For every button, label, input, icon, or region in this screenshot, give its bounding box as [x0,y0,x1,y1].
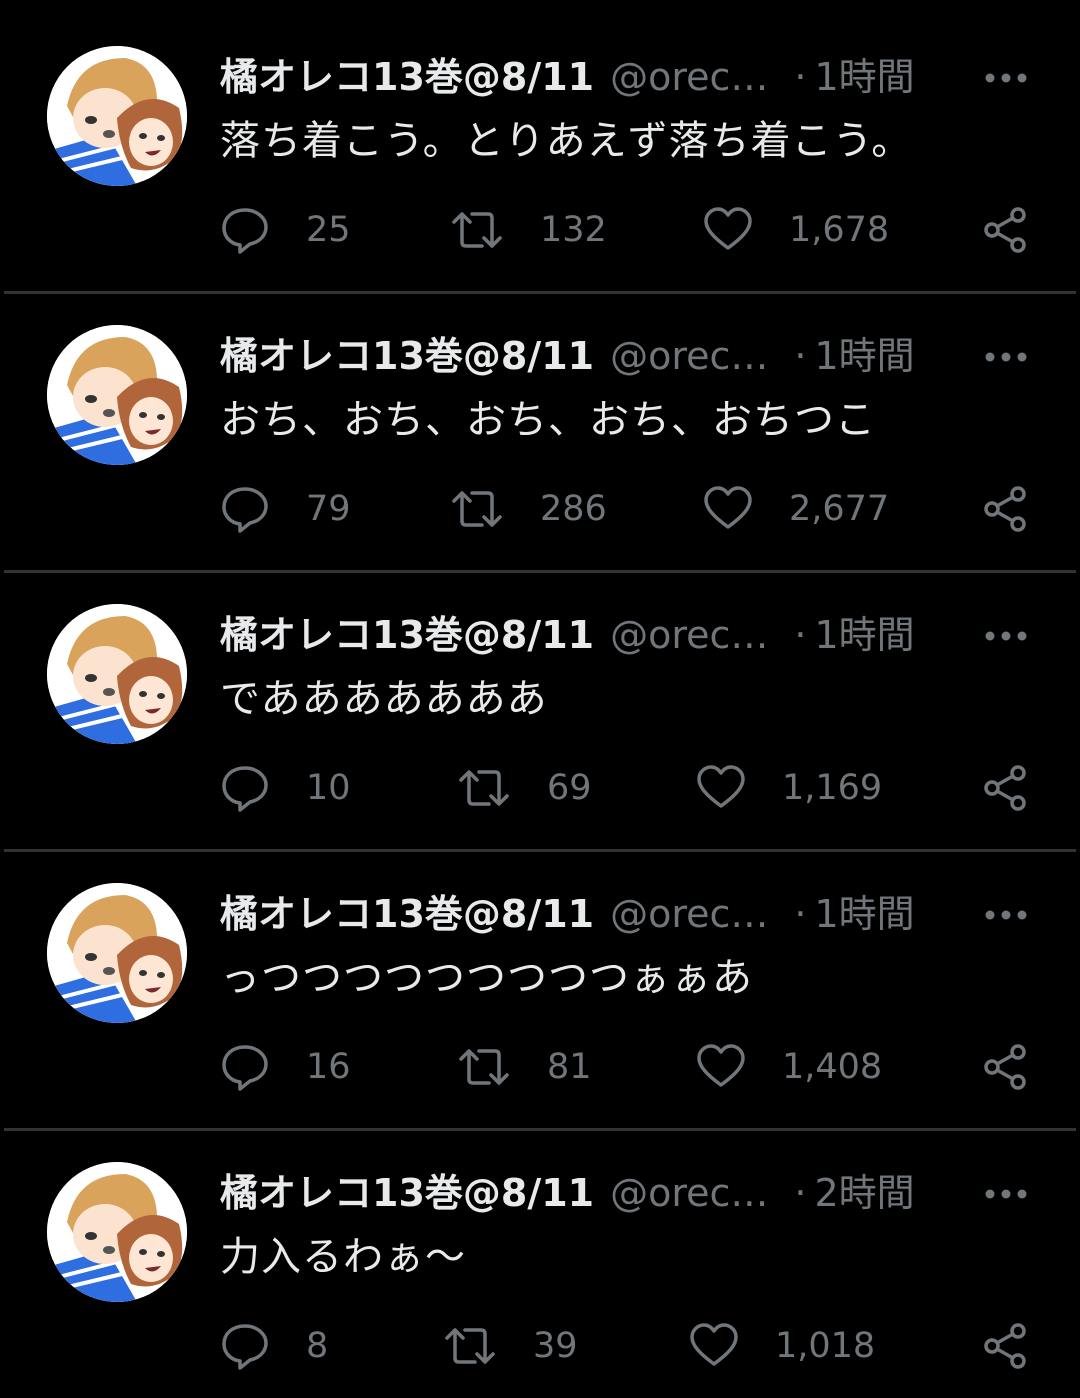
display-name[interactable]: 橘オレコ13巻@8/11 [220,55,594,99]
more-icon[interactable] [982,60,1032,96]
tweet-header: 橘オレコ13巻@8/11 @orec… · 1時間 [220,889,940,939]
like-button[interactable]: 2,677 [703,485,889,533]
retweet-count: 81 [547,1047,592,1087]
retweet-count: 132 [540,210,607,250]
user-handle[interactable]: @orec… [610,1171,768,1215]
share-icon[interactable] [982,206,1030,254]
share-icon[interactable] [982,485,1030,533]
retweet-icon [457,764,511,812]
tweet-text: おち、おち、おち、おち、おちつこ [220,397,876,443]
tweet-header: 橘オレコ13巻@8/11 @orec… · 1時間 [220,52,940,102]
tweet[interactable]: 橘オレコ13巻@8/11 @orec… · 1時間 おち、おち、おち、おち、おちつこ … [0,279,1080,558]
avatar[interactable] [47,1162,187,1302]
user-handle[interactable]: @orec… [610,892,768,936]
reply-icon [220,764,270,812]
tweet[interactable]: 橘オレコ13巻@8/11 @orec… · 1時間 っつつつつつつつつつぁぁあ 16 … [0,837,1080,1116]
timeline-feed: 橘オレコ13巻@8/11 @orec… · 1時間 落ち着こう。とりあえず落ち着こう。… [0,0,1080,1398]
retweet-button[interactable]: 132 [450,206,607,254]
retweet-count: 39 [533,1326,578,1366]
display-name[interactable]: 橘オレコ13巻@8/11 [220,1171,594,1215]
user-handle[interactable]: @orec… [610,55,768,99]
like-icon [696,1043,746,1091]
retweet-icon [443,1322,497,1370]
avatar[interactable] [47,325,187,465]
separator-dot: · [794,892,807,936]
avatar[interactable] [47,883,187,1023]
share-icon[interactable] [982,1322,1030,1370]
retweet-count: 69 [547,768,592,808]
retweet-count: 286 [540,489,607,529]
more-icon[interactable] [982,339,1032,375]
reply-button[interactable]: 16 [220,1043,351,1091]
retweet-button[interactable]: 39 [443,1322,578,1370]
display-name[interactable]: 橘オレコ13巻@8/11 [220,613,594,657]
timestamp[interactable]: 1時間 [815,892,915,936]
reply-count: 16 [306,1047,351,1087]
user-handle[interactable]: @orec… [610,613,768,657]
like-button[interactable]: 1,678 [703,206,889,254]
tweet-header: 橘オレコ13巻@8/11 @orec… · 2時間 [220,1168,940,1218]
like-count: 1,169 [782,768,883,808]
retweet-button[interactable]: 286 [450,485,607,533]
separator-dot: · [794,55,807,99]
tweet-header: 橘オレコ13巻@8/11 @orec… · 1時間 [220,610,940,660]
more-icon[interactable] [982,897,1032,933]
avatar[interactable] [47,604,187,744]
retweet-button[interactable]: 69 [457,764,592,812]
like-button[interactable]: 1,169 [696,764,882,812]
reply-count: 8 [306,1326,329,1366]
separator-dot: · [794,334,807,378]
retweet-icon [457,1043,511,1091]
tweet-text: であああああああ [220,676,548,722]
like-icon [703,206,753,254]
reply-button[interactable]: 79 [220,485,351,533]
separator-dot: · [794,1171,807,1215]
like-count: 1,408 [782,1047,883,1087]
separator-dot: · [794,613,807,657]
tweet[interactable]: 橘オレコ13巻@8/11 @orec… · 1時間 であああああああ 10 69 1,… [0,558,1080,837]
share-icon[interactable] [982,764,1030,812]
timestamp[interactable]: 1時間 [815,55,915,99]
like-count: 1,678 [789,210,890,250]
tweet[interactable]: 橘オレコ13巻@8/11 @orec… · 2時間 力入るわぁ〜 8 39 1,018 [0,1116,1080,1395]
reply-button[interactable]: 25 [220,206,351,254]
reply-icon [220,206,270,254]
display-name[interactable]: 橘オレコ13巻@8/11 [220,892,594,936]
like-button[interactable]: 1,408 [696,1043,882,1091]
more-icon[interactable] [982,618,1032,654]
tweet-header: 橘オレコ13巻@8/11 @orec… · 1時間 [220,331,940,381]
reply-button[interactable]: 10 [220,764,351,812]
share-icon[interactable] [982,1043,1030,1091]
reply-button[interactable]: 8 [220,1322,328,1370]
more-icon[interactable] [982,1176,1032,1212]
timestamp[interactable]: 2時間 [815,1171,915,1215]
reply-count: 10 [306,768,351,808]
reply-count: 79 [306,489,351,529]
like-icon [703,485,753,533]
display-name[interactable]: 橘オレコ13巻@8/11 [220,334,594,378]
tweet-text: っつつつつつつつつつぁぁあ [220,955,753,1001]
tweet[interactable]: 橘オレコ13巻@8/11 @orec… · 1時間 落ち着こう。とりあえず落ち着こう。… [0,0,1080,279]
user-handle[interactable]: @orec… [610,334,768,378]
reply-icon [220,485,270,533]
tweet-text: 力入るわぁ〜 [220,1234,466,1280]
retweet-icon [450,485,504,533]
like-count: 1,018 [775,1326,876,1366]
retweet-icon [450,206,504,254]
like-count: 2,677 [789,489,890,529]
timestamp[interactable]: 1時間 [815,613,915,657]
timestamp[interactable]: 1時間 [815,334,915,378]
reply-icon [220,1043,270,1091]
tweet-text: 落ち着こう。とりあえず落ち着こう。 [220,118,913,164]
reply-count: 25 [306,210,351,250]
reply-icon [220,1322,270,1370]
avatar[interactable] [47,46,187,186]
like-icon [696,764,746,812]
like-button[interactable]: 1,018 [689,1322,875,1370]
like-icon [689,1322,739,1370]
retweet-button[interactable]: 81 [457,1043,592,1091]
